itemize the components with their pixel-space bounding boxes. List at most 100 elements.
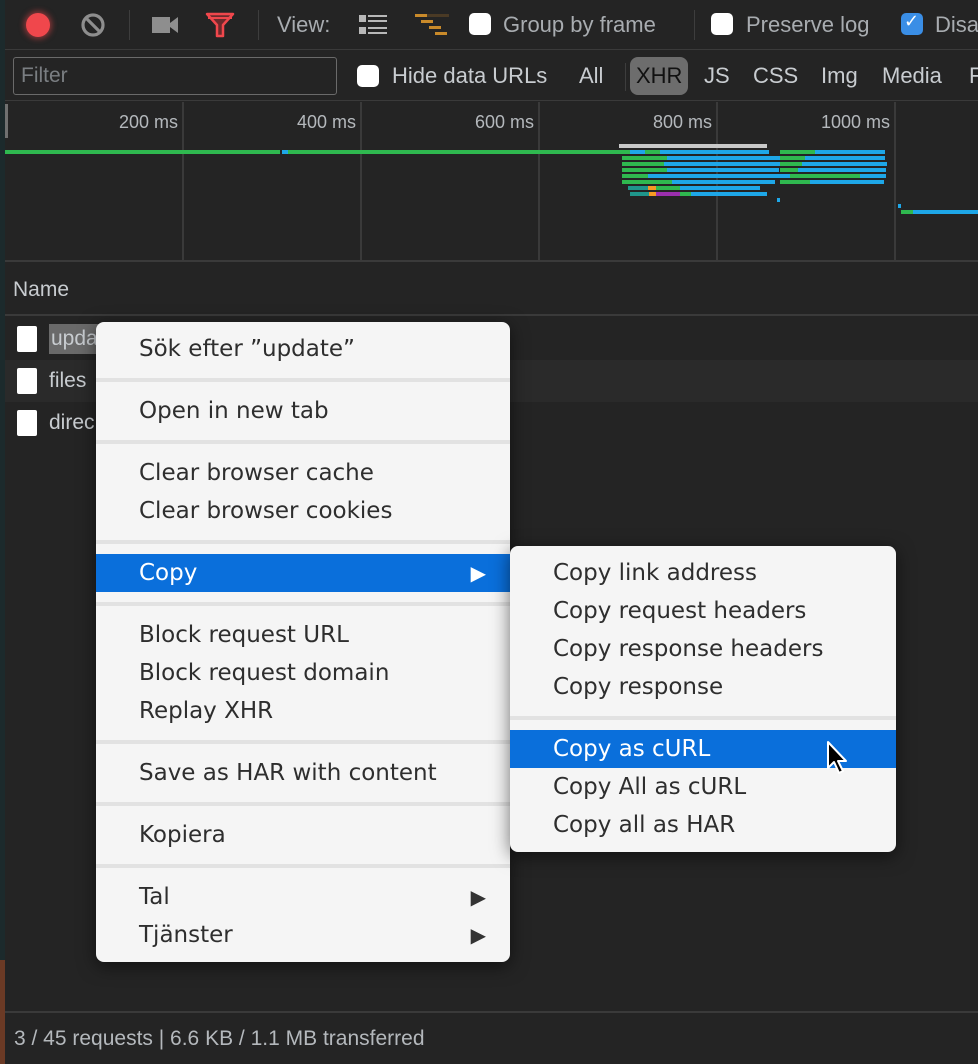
overview-bar-download	[672, 180, 775, 184]
preserve-log-label: Preserve log	[746, 12, 870, 37]
hide-data-urls-label: Hide data URLs	[392, 63, 548, 88]
overview-bar-waiting	[580, 150, 630, 154]
overview-tick-label: 1000 ms	[820, 112, 890, 132]
clear-button[interactable]	[79, 0, 107, 50]
menu-item-tal[interactable]: Tal ▶	[96, 878, 510, 916]
overview-bar-connect	[648, 186, 656, 190]
menu-item-copy-all-as-har[interactable]: Copy all as HAR	[510, 806, 896, 844]
request-name: files	[49, 369, 87, 392]
overview-bar-dns	[630, 192, 649, 196]
overview-bar-download	[805, 156, 885, 160]
preserve-log-checkbox[interactable]	[711, 13, 733, 35]
menu-item-copy-request-headers[interactable]: Copy request headers	[510, 592, 896, 630]
large-rows-button[interactable]	[359, 0, 387, 50]
overview-bar-download	[860, 174, 886, 178]
menu-item-copy-response[interactable]: Copy response	[510, 668, 896, 706]
overview-bar-waiting	[780, 168, 798, 172]
overview-bar-download	[648, 174, 758, 178]
file-icon	[17, 326, 37, 352]
filter-toggle-button[interactable]	[205, 0, 235, 50]
overview-bar-download	[913, 210, 978, 214]
menu-separator	[96, 540, 510, 544]
overview-bar-download	[810, 180, 884, 184]
filter-bar: Hide data URLs All XHR JS CSS Img Media …	[5, 51, 978, 101]
overview-gridline	[360, 102, 362, 260]
filter-divider	[625, 63, 626, 91]
column-header-name[interactable]: Name	[5, 264, 978, 316]
overview-gridline	[182, 102, 184, 260]
record-button[interactable]	[24, 0, 52, 50]
menu-item-label: Tal	[139, 884, 170, 910]
copy-submenu: Copy link address Copy request headers C…	[510, 546, 896, 852]
menu-separator	[96, 802, 510, 806]
type-filter-all[interactable]: All	[573, 57, 609, 95]
menu-item-copy-link-address[interactable]: Copy link address	[510, 554, 896, 592]
type-filter-js[interactable]: JS	[698, 57, 736, 95]
overview-bar-waiting	[622, 162, 664, 166]
overview-bar-dns	[628, 186, 648, 190]
status-bar: 3 / 45 requests | 6.6 KB / 1.1 MB transf…	[5, 1011, 978, 1064]
file-icon	[17, 368, 37, 394]
mouse-pointer-icon	[827, 741, 847, 774]
request-name: direc	[49, 411, 95, 434]
overview-tick-label: 600 ms	[474, 112, 534, 132]
type-filter-media[interactable]: Media	[876, 57, 948, 95]
file-icon	[17, 410, 37, 436]
overview-bar-waiting	[780, 180, 810, 184]
network-overview-timeline[interactable]: 200 ms 400 ms 600 ms 800 ms 1000 ms	[5, 102, 978, 262]
menu-item-clear-browser-cache[interactable]: Clear browser cache	[96, 454, 510, 492]
capture-screenshots-button[interactable]	[151, 0, 181, 50]
menu-item-block-request-domain[interactable]: Block request domain	[96, 654, 510, 692]
menu-item-label: Tjänster	[139, 922, 233, 948]
menu-item-copy-response-headers[interactable]: Copy response headers	[510, 630, 896, 668]
overview-bar-waiting	[288, 150, 608, 154]
overview-bar-download	[667, 168, 779, 172]
type-filter-font[interactable]: F	[963, 57, 978, 95]
menu-item-block-request-url[interactable]: Block request URL	[96, 616, 510, 654]
menu-item-tjanster[interactable]: Tjänster ▶	[96, 916, 510, 954]
menu-item-open-in-new-tab[interactable]: Open in new tab	[96, 392, 510, 430]
menu-item-kopiera[interactable]: Kopiera	[96, 816, 510, 854]
menu-separator	[96, 864, 510, 868]
filter-icon	[205, 12, 235, 38]
overview-bar-waiting	[780, 150, 815, 154]
toolbar-divider	[258, 10, 259, 40]
group-by-frame-label: Group by frame	[503, 12, 656, 37]
submenu-arrow-icon: ▶	[470, 923, 486, 947]
overview-bar-waiting	[790, 174, 860, 178]
clear-icon	[81, 13, 105, 37]
overview-bar-waiting	[680, 192, 691, 196]
overview-drag-handle[interactable]	[5, 104, 8, 138]
menu-item-copy[interactable]: Copy ▶	[96, 554, 510, 592]
hide-data-urls-checkbox[interactable]	[357, 65, 379, 87]
request-name: upda	[49, 324, 100, 354]
menu-item-save-as-har[interactable]: Save as HAR with content	[96, 754, 510, 792]
type-filter-xhr[interactable]: XHR	[630, 57, 689, 95]
group-by-frame-checkbox[interactable]	[469, 13, 491, 35]
overview-bar-waiting	[622, 168, 667, 172]
menu-separator	[96, 740, 510, 744]
overview-bar-waiting	[780, 156, 805, 160]
menu-separator	[96, 602, 510, 606]
menu-item-search[interactable]: Sök efter ”update”	[96, 330, 510, 368]
submenu-arrow-icon: ▶	[470, 885, 486, 909]
show-overview-button[interactable]	[415, 0, 451, 50]
type-filter-img[interactable]: Img	[815, 57, 864, 95]
type-filter-css[interactable]: CSS	[747, 57, 804, 95]
overview-bar-waiting	[622, 156, 667, 160]
menu-item-label: Copy	[139, 560, 198, 586]
overview-bar-download	[667, 156, 782, 160]
menu-separator	[96, 440, 510, 444]
disable-cache-label: Disa	[935, 12, 978, 37]
overview-bar-waiting	[622, 174, 648, 178]
overview-bar-download	[660, 150, 769, 154]
menu-item-clear-browser-cookies[interactable]: Clear browser cookies	[96, 492, 510, 530]
screenshot-camera-icon	[152, 17, 178, 33]
menu-item-replay-xhr[interactable]: Replay XHR	[96, 692, 510, 730]
disable-cache-checkbox[interactable]	[901, 11, 923, 35]
filter-input[interactable]	[13, 57, 337, 95]
overview-bar-download	[898, 204, 901, 208]
overview-bar-download	[630, 150, 645, 154]
overview-gridline	[538, 102, 540, 260]
overview-bar-download	[758, 174, 790, 178]
